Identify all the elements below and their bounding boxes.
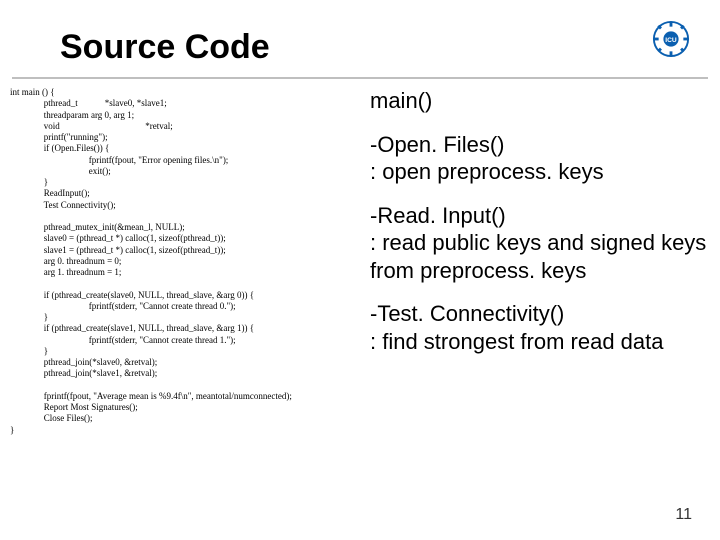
- icu-logo: ICU: [652, 20, 690, 58]
- content-row: int main () { pthread_t *slave0, *slave1…: [0, 79, 720, 436]
- page-number: 11: [675, 506, 692, 524]
- explanation-column: main() -Open. Files() : open preprocess.…: [350, 87, 710, 436]
- svg-text:ICU: ICU: [665, 37, 677, 44]
- explanation-item: main(): [370, 87, 710, 115]
- gear-icon: ICU: [652, 20, 690, 58]
- explanation-item: -Test. Connectivity() : find strongest f…: [370, 300, 710, 355]
- explanation-item: -Open. Files() : open preprocess. keys: [370, 131, 710, 186]
- slide-title: Source Code: [60, 28, 720, 67]
- source-code-block: int main () { pthread_t *slave0, *slave1…: [10, 87, 350, 436]
- explanation-item: -Read. Input() : read public keys and si…: [370, 202, 710, 285]
